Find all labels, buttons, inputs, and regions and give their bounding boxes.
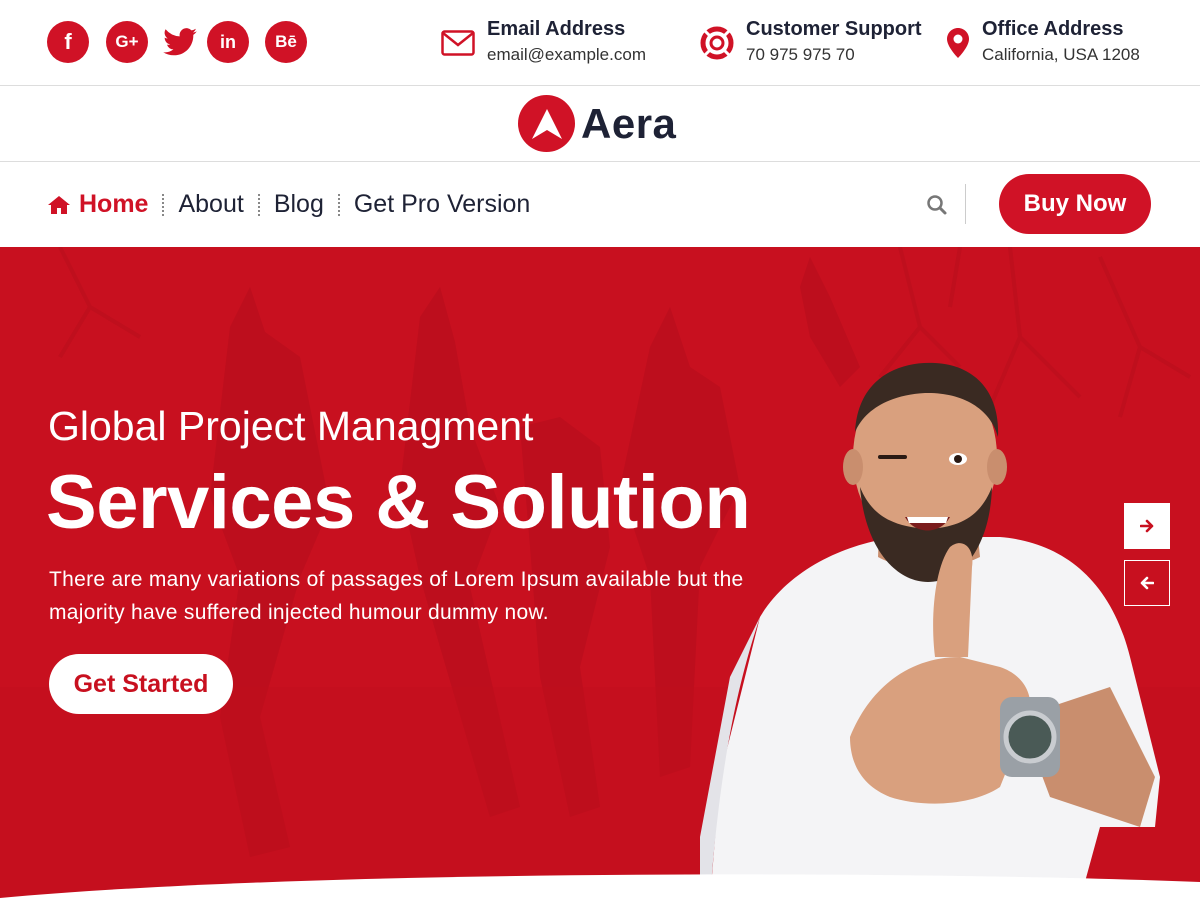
facebook-link[interactable]: f: [47, 21, 89, 63]
nav-separator: [337, 193, 340, 216]
hero-person-image: [700, 362, 1160, 900]
nav-item-about[interactable]: About: [178, 190, 243, 219]
nav-item-home[interactable]: Home: [47, 190, 148, 219]
hero-slider: Global Project Managment Services & Solu…: [0, 247, 1200, 900]
hero-description: There are many variations of passages of…: [49, 568, 744, 624]
nav-separator: [162, 193, 165, 216]
logo-text: Aera: [581, 99, 677, 147]
contact-email: Email Address email@example.com: [441, 16, 646, 68]
email-value[interactable]: email@example.com: [487, 42, 646, 68]
arrow-right-icon: [1140, 519, 1154, 533]
get-started-button[interactable]: Get Started: [49, 654, 233, 714]
slider-prev-button[interactable]: [1124, 560, 1170, 606]
nav-separator: [257, 193, 260, 216]
behance-icon: Bē: [275, 32, 297, 51]
hero-title: Services & Solution: [46, 460, 751, 545]
home-icon: [48, 195, 70, 214]
nav-label-home: Home: [79, 190, 149, 218]
email-title: Email Address: [487, 18, 626, 40]
linkedin-link[interactable]: in: [207, 21, 249, 63]
contact-office: Office Address California, USA 1208: [946, 16, 1140, 68]
contact-support: Customer Support 70 975 975 70: [700, 16, 922, 68]
hero-bottom-wave: [0, 874, 1200, 900]
office-value: California, USA 1208: [982, 45, 1140, 64]
twitter-icon: [163, 28, 197, 56]
slider-next-button[interactable]: [1124, 503, 1170, 549]
facebook-icon: f: [64, 29, 72, 54]
behance-link[interactable]: Bē: [265, 21, 307, 63]
envelope-icon: [441, 26, 475, 60]
twitter-link[interactable]: [159, 21, 201, 63]
buy-now-button[interactable]: Buy Now: [999, 174, 1151, 234]
nav-item-blog[interactable]: Blog: [274, 190, 324, 219]
lifebuoy-icon: [700, 26, 734, 60]
linkedin-icon: in: [220, 31, 236, 52]
nav-item-get-pro-version[interactable]: Get Pro Version: [354, 190, 530, 219]
main-navigation-bar: Home About Blog Get Pro Version Buy Now: [0, 162, 1200, 247]
arrow-left-icon: [1140, 576, 1154, 590]
logo-row: Aera: [0, 86, 1200, 162]
support-title: Customer Support: [746, 18, 922, 40]
search-icon[interactable]: [926, 194, 948, 216]
main-nav: Home About Blog Get Pro Version: [47, 190, 530, 219]
logo-arrow-icon: [518, 95, 575, 152]
nav-divider: [965, 184, 966, 224]
google-plus-icon: G+: [115, 32, 139, 51]
google-plus-link[interactable]: G+: [106, 21, 148, 63]
hero-subtitle: Global Project Managment: [48, 403, 534, 449]
site-logo[interactable]: Aera: [518, 95, 676, 152]
top-bar: f G+ in Bē Email Address email@example.c…: [0, 0, 1200, 86]
map-pin-icon: [946, 26, 970, 60]
support-value[interactable]: 70 975 975 70: [746, 42, 922, 68]
office-title: Office Address: [982, 18, 1124, 40]
